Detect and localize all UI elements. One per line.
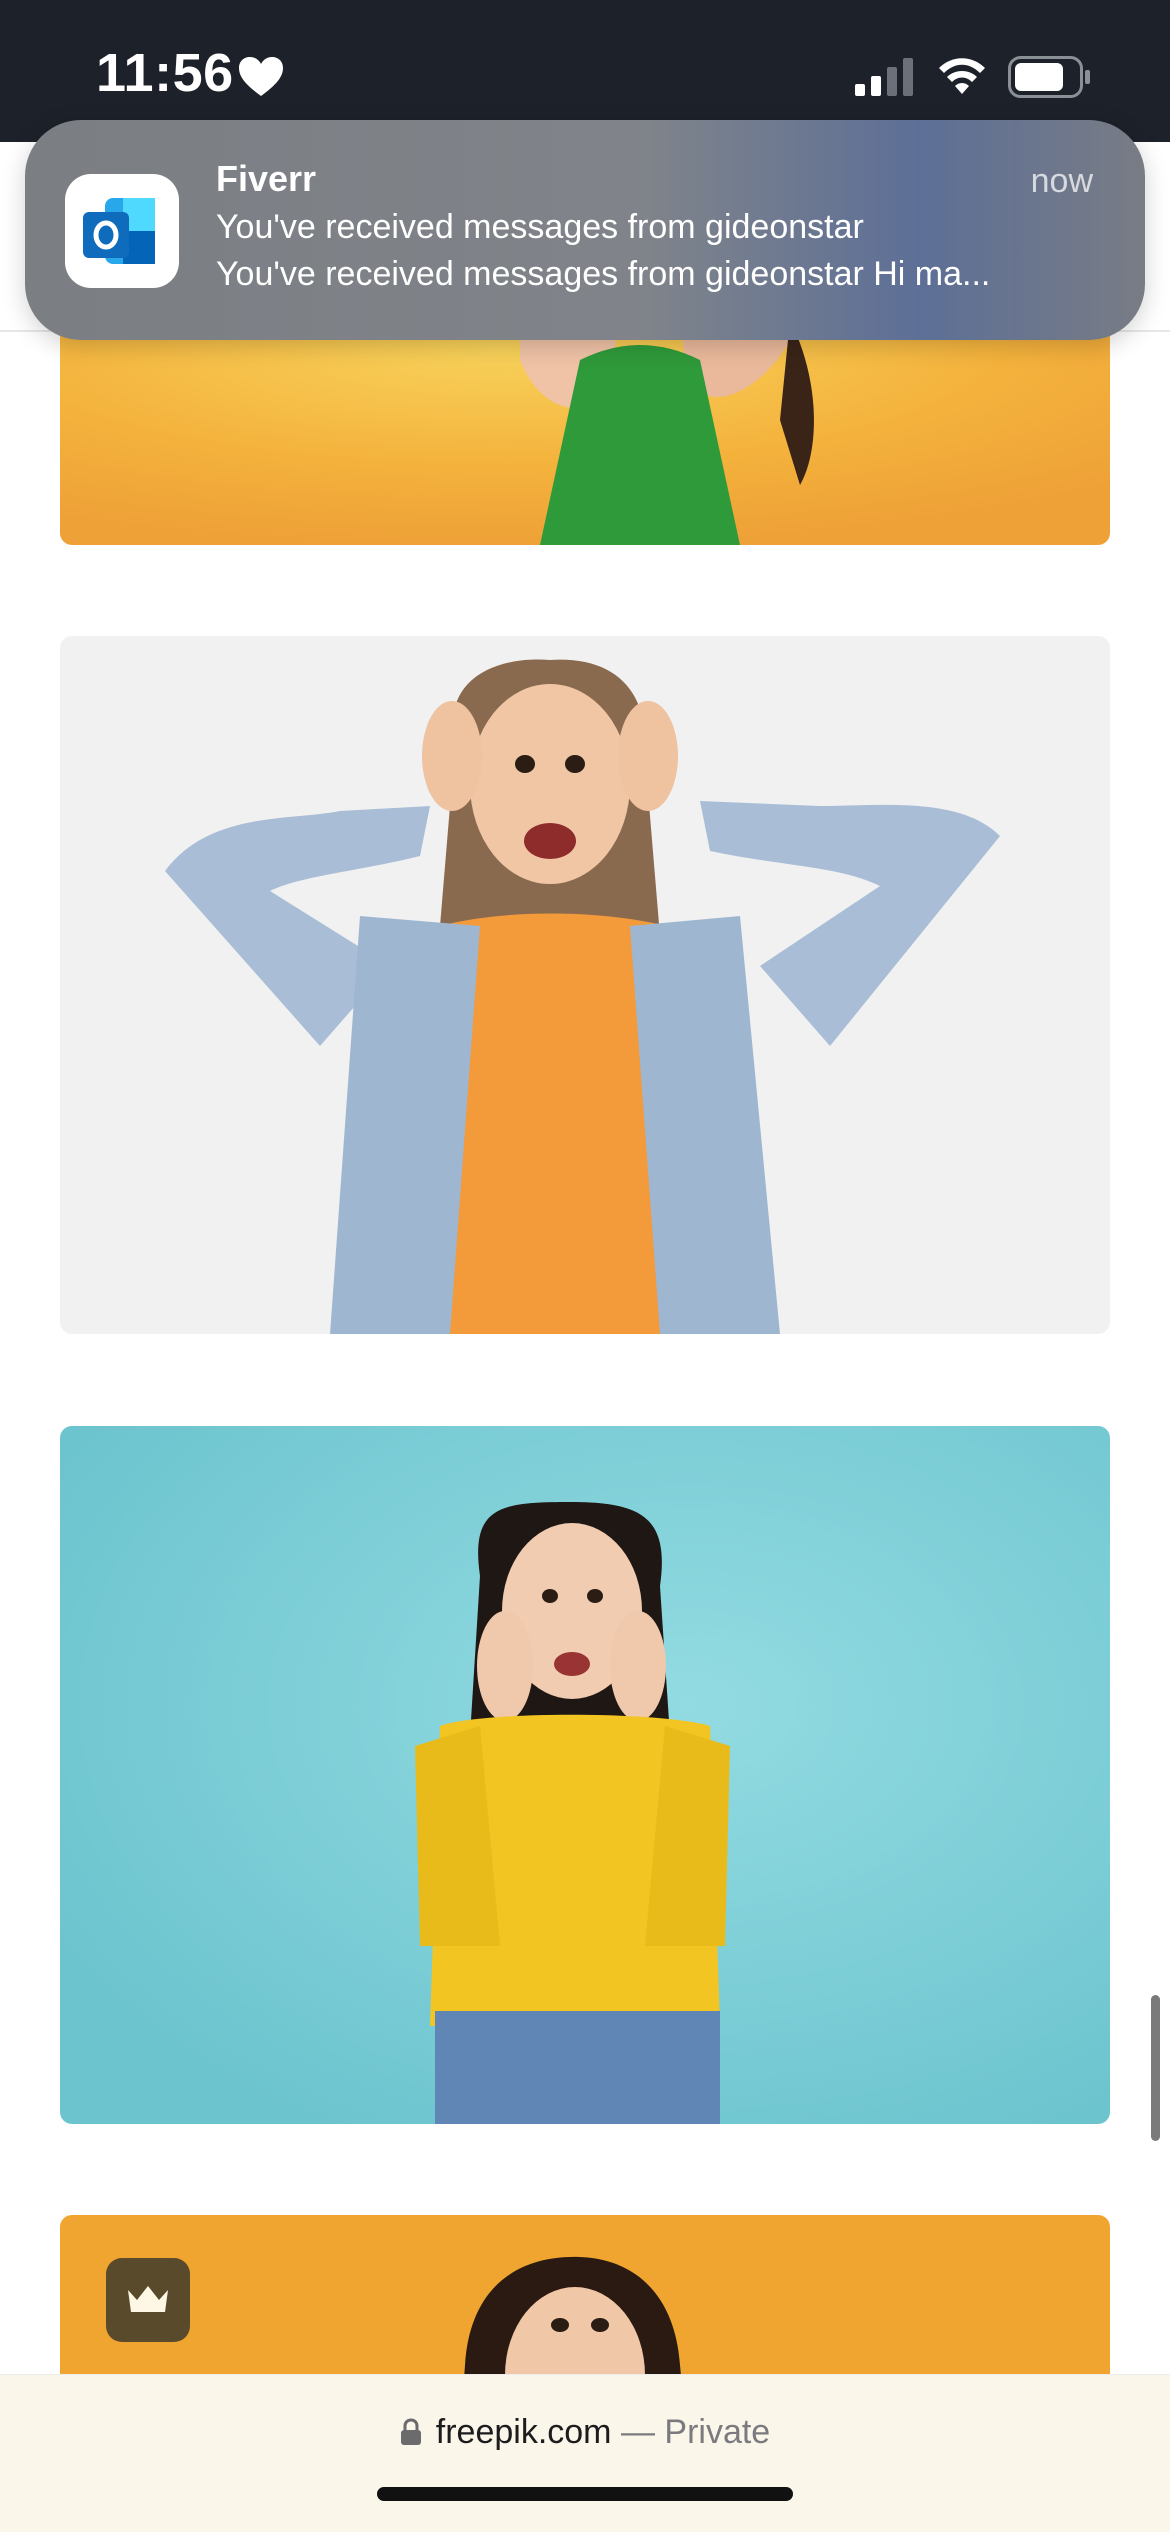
premium-badge bbox=[106, 2258, 190, 2342]
url-domain: freepik.com bbox=[435, 2413, 612, 2451]
outlook-icon bbox=[65, 174, 179, 288]
stock-image-card[interactable] bbox=[60, 636, 1110, 1334]
lock-icon bbox=[400, 2418, 421, 2445]
notification-title: Fiverr bbox=[216, 158, 317, 199]
stock-image-card[interactable] bbox=[60, 1426, 1110, 2124]
notification-body-line: You've received messages from gideonstar… bbox=[216, 255, 991, 293]
notification-time: now bbox=[1030, 162, 1093, 200]
stock-photo bbox=[60, 636, 1110, 1334]
push-notification[interactable]: Fiverr now You've received messages from… bbox=[25, 120, 1145, 340]
cellular-signal-icon bbox=[855, 58, 913, 96]
heart-icon bbox=[239, 57, 283, 96]
notification-body-line: You've received messages from gideonstar bbox=[216, 208, 864, 246]
page-scrollbar[interactable] bbox=[1151, 1995, 1160, 2141]
private-mode-label: — Private bbox=[611, 2413, 771, 2451]
browser-url-bar[interactable]: freepik.com — Private bbox=[0, 2374, 1170, 2532]
battery-icon bbox=[1008, 56, 1090, 98]
status-time: 11:56 bbox=[96, 43, 234, 103]
crown-icon bbox=[128, 2286, 168, 2312]
url-display[interactable]: freepik.com — Private bbox=[0, 2413, 1170, 2452]
wifi-icon bbox=[939, 58, 985, 94]
stock-photo bbox=[60, 1426, 1110, 2124]
home-indicator[interactable] bbox=[377, 2487, 793, 2501]
